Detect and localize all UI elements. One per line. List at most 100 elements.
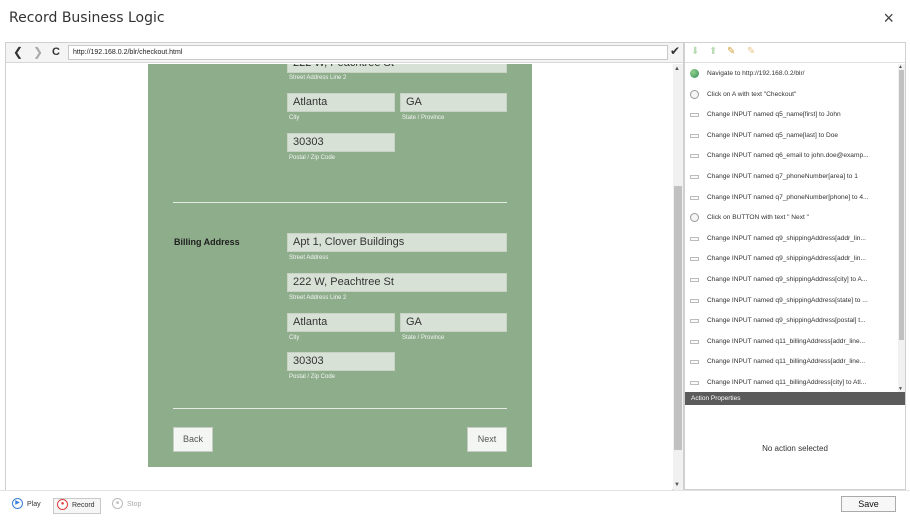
input-icon [690, 339, 699, 344]
record-dialog: Record Business Logic × ❮ ❯ C http://192… [0, 0, 910, 526]
url-field[interactable]: http://192.168.0.2/blr/checkout.html [68, 45, 668, 60]
edit-action-icon[interactable]: ✎ [727, 46, 735, 57]
actions-scrollbar[interactable]: ▲ ▼ [898, 64, 905, 392]
browser-scrollbar[interactable]: ▲ ▼ [673, 64, 683, 490]
action-list-item[interactable]: Change INPUT named q11_billingAddress[ci… [685, 373, 898, 392]
action-text: Change INPUT named q11_billingAddress[ad… [707, 337, 866, 345]
shipping-city-field[interactable]: Atlanta [287, 93, 395, 112]
input-icon [690, 113, 699, 118]
record-label: Record [72, 502, 95, 509]
action-text: Change INPUT named q6_email to john.doe@… [707, 152, 869, 160]
action-list-item[interactable]: Change INPUT named q9_shippingAddress[ci… [685, 270, 898, 290]
play-icon: ▶ [12, 497, 23, 509]
embedded-browser: ❮ ❯ C http://192.168.0.2/blr/checkout.ht… [5, 42, 684, 490]
billing-zip-label: Postal / Zip Code [289, 374, 336, 380]
page-viewport: 222 W, Peachtree St Street Address Line … [6, 64, 672, 490]
section-divider [173, 408, 507, 409]
action-text: Change INPUT named q9_shippingAddress[po… [707, 317, 866, 325]
action-list-item[interactable]: Navigate to http://192.168.0.2/blr/ [685, 64, 898, 84]
action-text: Change INPUT named q11_billingAddress[ad… [707, 358, 866, 366]
action-list-item[interactable]: Change INPUT named q7_phoneNumber[area] … [685, 167, 898, 187]
actions-panel: ⬇ ⬆ ✎ ✎ Navigate to http://192.168.0.2/b… [684, 42, 906, 490]
input-icon [690, 175, 699, 179]
close-icon[interactable]: × [883, 9, 894, 27]
action-text: Navigate to http://192.168.0.2/blr/ [707, 70, 805, 77]
action-list-item[interactable]: Change INPUT named q11_billingAddress[ad… [685, 332, 898, 352]
action-text: Change INPUT named q5_name[first] to Joh… [707, 111, 841, 119]
play-label: Play [27, 501, 41, 508]
back-arrow-icon[interactable]: ❮ [13, 45, 23, 59]
billing-street-field[interactable]: Apt 1, Clover Buildings [287, 233, 507, 252]
billing-state-field[interactable]: GA [400, 313, 507, 332]
shipping-zip-field[interactable]: 30303 [287, 133, 395, 152]
billing-street-label: Street Address [289, 255, 329, 261]
billing-state-label: State / Province [402, 335, 445, 341]
input-icon [690, 154, 699, 159]
action-list-item[interactable]: Change INPUT named q9_shippingAddress[po… [685, 311, 898, 331]
no-selection-text: No action selected [762, 444, 828, 453]
action-list-item[interactable]: Change INPUT named q6_email to john.doe@… [685, 146, 898, 166]
shipping-city-label: City [289, 115, 300, 121]
recorded-actions-list: Navigate to http://192.168.0.2/blr/Click… [685, 64, 898, 392]
billing-city-field[interactable]: Atlanta [287, 313, 395, 332]
action-text: Change INPUT named q11_billingAddress[ci… [707, 379, 867, 386]
input-icon [690, 381, 699, 385]
action-text: Click on BUTTON with text " Next " [707, 214, 810, 222]
action-list-item[interactable]: Click on A with text "Checkout" [685, 85, 898, 105]
delete-action-icon[interactable]: ✎ [747, 46, 755, 57]
forward-arrow-icon[interactable]: ❯ [33, 45, 43, 59]
action-text: Change INPUT named q9_shippingAddress[ad… [707, 255, 866, 263]
click-icon [690, 89, 699, 99]
action-list-item[interactable]: Change INPUT named q5_name[last] to Doe [685, 126, 898, 146]
scroll-down-icon[interactable]: ▼ [674, 482, 680, 488]
input-icon [690, 319, 699, 324]
action-list-item[interactable]: Change INPUT named q5_name[first] to Joh… [685, 105, 898, 125]
action-properties-body: No action selected [685, 405, 905, 489]
action-text: Change INPUT named q7_phoneNumber[area] … [707, 173, 858, 180]
action-list-item[interactable]: Change INPUT named q9_shippingAddress[st… [685, 291, 898, 311]
go-checkmark-icon[interactable]: ✔ [670, 44, 680, 58]
scroll-up-icon[interactable]: ▲ [674, 66, 680, 72]
action-list-item[interactable]: Change INPUT named q9_shippingAddress[ad… [685, 249, 898, 269]
input-icon [690, 278, 699, 282]
scrollbar-thumb[interactable] [899, 70, 904, 340]
action-properties-header: Action Properties [685, 392, 905, 405]
next-button[interactable]: Next [467, 427, 507, 452]
stop-icon: ■ [112, 497, 123, 509]
shipping-state-label: State / Province [402, 115, 445, 121]
shipping-street-line2-field[interactable]: 222 W, Peachtree St [287, 64, 507, 73]
action-text: Change INPUT named q9_shippingAddress[ci… [707, 276, 868, 283]
action-text: Change INPUT named q9_shippingAddress[st… [707, 296, 868, 304]
action-list-item[interactable]: Change INPUT named q11_billingAddress[ad… [685, 352, 898, 372]
record-icon: ● [57, 498, 68, 510]
move-up-icon[interactable]: ⬆ [709, 46, 717, 57]
action-text: Change INPUT named q9_shippingAddress[ad… [707, 234, 866, 242]
play-button[interactable]: ▶ Play [12, 497, 41, 514]
browser-toolbar: ❮ ❯ C http://192.168.0.2/blr/checkout.ht… [6, 43, 683, 63]
action-text: Click on A with text "Checkout" [707, 90, 797, 98]
actions-toolbar: ⬇ ⬆ ✎ ✎ [685, 43, 905, 63]
globe-icon [690, 69, 699, 78]
action-list-item[interactable]: Change INPUT named q9_shippingAddress[ad… [685, 229, 898, 249]
billing-street-line2-field[interactable]: 222 W, Peachtree St [287, 273, 507, 292]
record-button[interactable]: ● Record [53, 498, 101, 514]
shipping-street-line2-label: Street Address Line 2 [289, 75, 347, 81]
billing-street-line2-label: Street Address Line 2 [289, 295, 347, 301]
shipping-zip-label: Postal / Zip Code [289, 155, 336, 161]
billing-zip-field[interactable]: 30303 [287, 352, 395, 371]
action-list-item[interactable]: Click on BUTTON with text " Next " [685, 208, 898, 228]
action-list-item[interactable]: Change INPUT named q7_phoneNumber[phone]… [685, 188, 898, 208]
shipping-state-field[interactable]: GA [400, 93, 507, 112]
back-button[interactable]: Back [173, 427, 213, 452]
stop-label: Stop [127, 501, 142, 508]
stop-button[interactable]: ■ Stop [112, 497, 142, 514]
scrollbar-thumb[interactable] [674, 186, 682, 450]
move-down-icon[interactable]: ⬇ [691, 46, 699, 57]
input-icon [690, 133, 699, 138]
action-text: Change INPUT named q7_phoneNumber[phone]… [707, 193, 869, 201]
input-icon [690, 195, 699, 200]
checkout-form: 222 W, Peachtree St Street Address Line … [148, 64, 532, 467]
save-button[interactable]: Save [841, 496, 896, 512]
dialog-title: Record Business Logic [9, 10, 165, 26]
reload-icon[interactable]: C [52, 45, 60, 59]
